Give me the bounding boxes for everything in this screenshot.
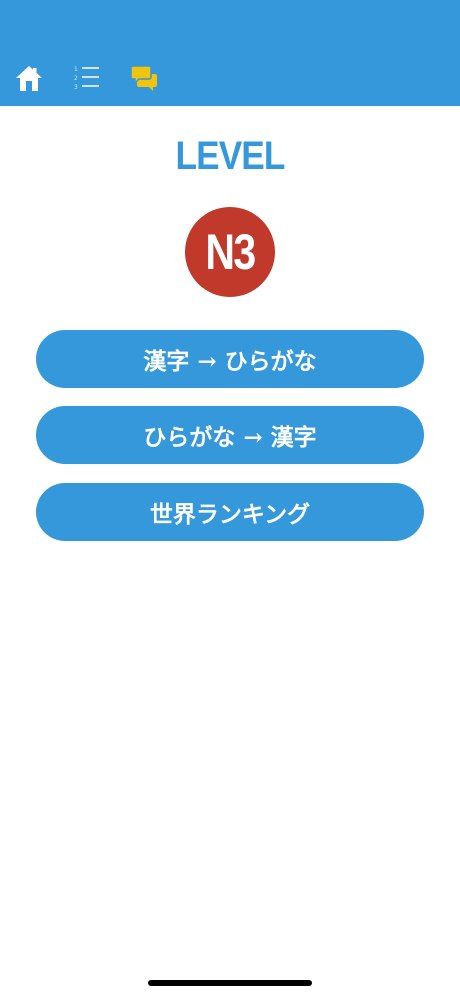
kanji-to-hiragana-button[interactable]: 漢字 → ひらがな	[36, 330, 424, 388]
home-icon[interactable]	[14, 64, 44, 92]
chat-icon[interactable]	[129, 64, 159, 92]
svg-text:1: 1	[74, 66, 78, 73]
level-badge: N3	[185, 207, 275, 297]
level-title: LEVEL	[175, 134, 285, 178]
svg-text:3: 3	[74, 84, 78, 91]
top-navigation-bar: 1 2 3	[0, 0, 460, 106]
numbered-list-icon[interactable]: 1 2 3	[72, 64, 102, 92]
svg-text:2: 2	[74, 75, 78, 82]
hiragana-to-kanji-button[interactable]: ひらがな → 漢字	[36, 406, 424, 464]
level-badge-label: N3	[205, 224, 256, 280]
world-ranking-button[interactable]: 世界ランキング	[36, 483, 424, 541]
home-indicator[interactable]	[148, 980, 312, 986]
